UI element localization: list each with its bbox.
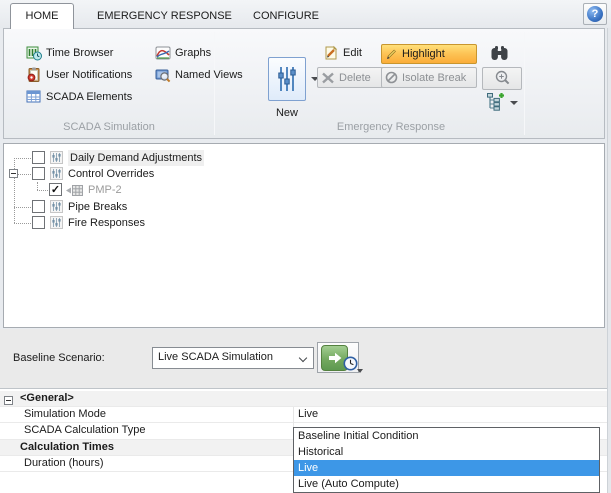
group-separator xyxy=(524,32,525,135)
isolate-break-button[interactable]: Isolate Break xyxy=(381,67,477,88)
scada-elements-label: SCADA Elements xyxy=(46,91,133,103)
baseline-scenario-label: Baseline Scenario: xyxy=(13,352,105,364)
window-frame-edge xyxy=(607,28,611,493)
tab-emergency-response[interactable]: EMERGENCY RESPONSE xyxy=(97,6,232,28)
scenario-tree: Daily Demand Adjustments Control Overrid… xyxy=(3,143,605,328)
tree-item-pipe-breaks[interactable]: Pipe Breaks xyxy=(68,199,127,215)
time-browser-label: Time Browser xyxy=(46,47,114,59)
help-icon: ? xyxy=(587,6,603,22)
tree-item-daily-demand-adjustments[interactable]: Daily Demand Adjustments xyxy=(68,150,205,166)
zoom-button[interactable] xyxy=(482,67,522,90)
highlight-button[interactable]: Highlight xyxy=(381,44,477,64)
scada-elements-icon xyxy=(26,90,42,104)
tab-home[interactable]: HOME xyxy=(10,3,74,29)
property-value[interactable]: Live xyxy=(293,407,611,422)
dropdown-option-baseline-initial-condition[interactable]: Baseline Initial Condition xyxy=(294,428,599,444)
tab-configure-label: CONFIGURE xyxy=(253,10,319,22)
sliders-icon xyxy=(50,216,63,229)
tab-home-label: HOME xyxy=(25,10,59,22)
sliders-icon xyxy=(50,151,63,164)
tree-item-fire-responses[interactable]: Fire Responses xyxy=(68,215,145,231)
grid-category-general[interactable]: <General> xyxy=(0,391,611,407)
run-simulation-button[interactable] xyxy=(317,342,363,373)
highlight-pencil-icon xyxy=(385,48,398,60)
tree-item-control-overrides[interactable]: Control Overrides xyxy=(68,166,154,182)
highlight-label: Highlight xyxy=(402,48,445,60)
zoom-in-icon xyxy=(494,70,511,87)
dropdown-option-live[interactable]: Live xyxy=(294,460,599,476)
scada-calculation-type-dropdown: Baseline Initial Condition Historical Li… xyxy=(293,427,600,493)
user-notifications-label: User Notifications xyxy=(46,69,133,81)
sliders-icon xyxy=(275,64,299,94)
tree-expander-control-overrides[interactable] xyxy=(9,169,18,178)
property-name: SCADA Calculation Type xyxy=(24,424,146,436)
ribbon: SCADA Simulation Emergency Response Time… xyxy=(3,28,605,139)
tree-connector xyxy=(14,158,31,159)
time-browser-button[interactable]: Time Browser xyxy=(22,44,117,62)
chevron-down-icon xyxy=(298,353,308,363)
tree-connector xyxy=(14,223,31,224)
tree-connector xyxy=(37,182,38,190)
tab-emergency-response-label: EMERGENCY RESPONSE xyxy=(97,10,232,22)
category-label: Calculation Times xyxy=(20,441,114,453)
add-tree-button[interactable] xyxy=(486,92,506,112)
tree-checkbox-pmp2[interactable]: ✓ xyxy=(49,183,62,196)
tree-checkbox-fire-responses[interactable] xyxy=(32,216,45,229)
category-label: <General> xyxy=(20,392,74,404)
graphs-icon xyxy=(155,46,171,60)
isolate-break-icon xyxy=(385,71,398,84)
property-name: Simulation Mode xyxy=(24,408,106,420)
named-views-icon xyxy=(155,68,171,83)
isolate-break-label: Isolate Break xyxy=(402,71,467,84)
graphs-label: Graphs xyxy=(175,47,212,59)
group-label-scada-simulation: SCADA Simulation xyxy=(63,121,155,133)
tree-checkbox-control-overrides[interactable] xyxy=(32,167,45,180)
edit-button[interactable]: Edit xyxy=(319,44,366,62)
group-label-emergency-response: Emergency Response xyxy=(336,121,446,133)
named-views-label: Named Views xyxy=(175,69,243,81)
grid-row-simulation-mode[interactable]: Simulation Mode Live xyxy=(0,407,611,423)
tree-checkbox-pipe-breaks[interactable] xyxy=(32,200,45,213)
add-tree-dropdown-arrow-icon[interactable] xyxy=(510,101,518,105)
tree-item-pmp-2[interactable]: PMP-2 xyxy=(88,182,122,198)
user-notifications-button[interactable]: User Notifications xyxy=(22,66,136,84)
help-button[interactable]: ? xyxy=(583,3,607,25)
tab-configure[interactable]: CONFIGURE xyxy=(253,6,319,28)
property-name: Duration (hours) xyxy=(24,457,104,469)
ribbon-tab-bar: HOME EMERGENCY RESPONSE CONFIGURE ? xyxy=(0,0,611,29)
dropdown-option-historical[interactable]: Historical xyxy=(294,444,599,460)
run-dropdown-arrow-icon xyxy=(357,369,363,373)
grid-expander-general[interactable] xyxy=(4,396,13,405)
graphs-button[interactable]: Graphs xyxy=(151,44,215,62)
tree-connector xyxy=(14,158,15,223)
pump-icon xyxy=(66,185,83,196)
sliders-icon xyxy=(50,167,63,180)
add-tree-icon xyxy=(486,92,506,112)
binoculars-icon xyxy=(490,45,509,62)
clock-icon xyxy=(343,356,358,371)
baseline-scenario-bar: Baseline Scenario: Live SCADA Simulation xyxy=(0,329,611,388)
time-browser-icon xyxy=(26,45,42,61)
new-scenario-button[interactable] xyxy=(268,57,306,101)
edit-icon xyxy=(323,45,339,61)
tree-connector xyxy=(14,207,31,208)
delete-label: Delete xyxy=(339,71,371,84)
scada-elements-button[interactable]: SCADA Elements xyxy=(22,88,136,106)
edit-label: Edit xyxy=(343,47,362,59)
delete-x-icon xyxy=(321,72,335,84)
user-notifications-icon xyxy=(26,67,42,83)
dropdown-option-live-auto-compute[interactable]: Live (Auto Compute) xyxy=(294,476,599,492)
baseline-scenario-value: Live SCADA Simulation xyxy=(158,351,273,363)
sliders-icon xyxy=(50,200,63,213)
tree-connector xyxy=(37,190,48,191)
named-views-button[interactable]: Named Views xyxy=(151,66,247,84)
find-button[interactable] xyxy=(490,45,509,62)
new-button-label: New xyxy=(275,107,298,119)
baseline-scenario-select[interactable]: Live SCADA Simulation xyxy=(152,347,314,369)
app-window: HOME EMERGENCY RESPONSE CONFIGURE ? SCAD… xyxy=(0,0,611,493)
tree-checkbox-daily-demand[interactable] xyxy=(32,151,45,164)
